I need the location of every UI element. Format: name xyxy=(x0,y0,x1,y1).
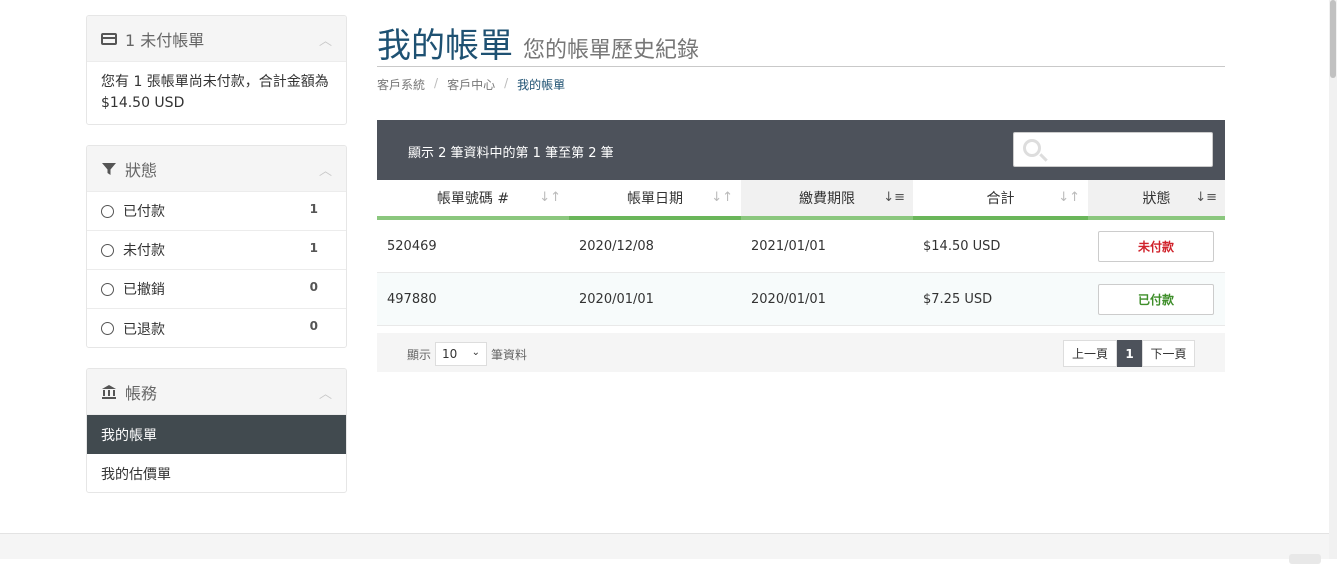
page-size-value: 10 xyxy=(442,347,458,361)
status-filter-title: 狀態 xyxy=(125,160,158,180)
sort-icon: ↓↑ xyxy=(711,190,733,205)
breadcrumb-link[interactable]: 客戶中心 xyxy=(447,76,495,93)
table-row[interactable]: 497880 2020/01/01 2020/01/01 $7.25 USD 已… xyxy=(377,273,1225,326)
column-label: 帳單日期 xyxy=(627,191,683,207)
column-label: 繳費期限 xyxy=(799,191,855,207)
chevron-down-icon: ⌄ xyxy=(471,347,481,358)
sort-icon: ↓↑ xyxy=(1058,190,1080,205)
column-label: 帳單號碼 # xyxy=(436,191,510,207)
status-badge[interactable]: 未付款 xyxy=(1098,230,1214,262)
column-header-invoice-number[interactable]: 帳單號碼 # ↓↑ xyxy=(377,180,569,220)
breadcrumb-separator: / xyxy=(434,76,439,90)
table-header: 帳單號碼 # ↓↑ 帳單日期 ↓↑ 繳費期限 ↓≡ 合計 ↓↑ 狀態 ↓≡ xyxy=(377,180,1225,220)
invoice-date: 2020/01/01 xyxy=(579,291,654,307)
invoice-number: 497880 xyxy=(387,291,437,307)
bank-icon xyxy=(101,384,117,400)
status-count: 0 xyxy=(309,280,318,294)
status-count: 0 xyxy=(309,319,318,333)
billing-header[interactable]: 帳務 ︿ xyxy=(87,369,346,415)
status-filter-refunded[interactable]: 已退款 0 xyxy=(87,309,346,347)
status-filter-unpaid[interactable]: 未付款 1 xyxy=(87,231,346,270)
invoice-total: $7.25 USD xyxy=(923,291,993,307)
chevron-up-icon[interactable]: ︿ xyxy=(319,30,332,49)
status-filter-label: 已退款 xyxy=(123,321,165,338)
billing-panel: 帳務 ︿ 我的帳單 我的估價單 xyxy=(86,368,347,493)
unpaid-invoices-panel: 1 未付帳單 ︿ 您有 1 張帳單尚未付款，合計金額為 $14.50 USD xyxy=(86,15,347,125)
breadcrumb-separator: / xyxy=(504,76,509,90)
page-header: 我的帳單 您的帳單歷史紀錄 xyxy=(377,18,699,67)
page-size-select[interactable]: 10 ⌄ xyxy=(435,342,488,366)
page-footer xyxy=(0,533,1329,564)
table-footer: 顯示 10 ⌄ 筆資料 上一頁 1 下一頁 xyxy=(377,333,1225,372)
search-icon xyxy=(1023,139,1041,157)
radio-button[interactable] xyxy=(101,322,114,335)
column-header-invoice-date[interactable]: 帳單日期 ↓↑ xyxy=(569,180,741,220)
table-toolbar: 顯示 2 筆資料中的第 1 筆至第 2 筆 xyxy=(377,120,1225,180)
nav-my-quotes[interactable]: 我的估價單 xyxy=(87,454,346,492)
page-title: 我的帳單 xyxy=(377,26,513,66)
status-filter-label: 已撤銷 xyxy=(123,282,165,298)
next-page-button[interactable]: 下一頁 xyxy=(1142,340,1195,367)
invoice-date: 2020/12/08 xyxy=(579,238,654,254)
column-header-total[interactable]: 合計 ↓↑ xyxy=(913,180,1088,220)
column-label: 合計 xyxy=(986,191,1015,207)
status-cell: 已付款 xyxy=(1088,273,1225,325)
search-input[interactable] xyxy=(1013,132,1213,167)
status-filter-label: 已付款 xyxy=(123,204,165,220)
chevron-up-icon[interactable]: ︿ xyxy=(319,383,332,402)
invoice-total: $14.50 USD xyxy=(923,238,1001,254)
breadcrumb: 客戶系統 / 客戶中心 / 我的帳單 xyxy=(377,76,565,93)
status-cell: 未付款 xyxy=(1088,220,1225,272)
status-filter-panel: 狀態 ︿ 已付款 1 未付款 1 已撤銷 0 已退款 0 xyxy=(86,145,347,348)
chevron-up-icon[interactable]: ︿ xyxy=(319,160,332,179)
title-divider xyxy=(377,66,1225,67)
sort-descending-icon: ↓≡ xyxy=(1195,190,1217,205)
radio-button[interactable] xyxy=(101,282,114,296)
status-filter-label: 未付款 xyxy=(123,243,165,259)
due-date: 2020/01/01 xyxy=(751,291,826,307)
status-badge[interactable]: 已付款 xyxy=(1098,283,1214,315)
breadcrumb-link[interactable]: 客戶系統 xyxy=(377,76,425,93)
radio-button[interactable] xyxy=(101,204,114,218)
pagination: 上一頁 1 下一頁 xyxy=(1063,340,1195,367)
records-label: 筆資料 xyxy=(491,347,528,362)
status-count: 1 xyxy=(309,202,318,216)
page-size-control: 顯示 10 ⌄ 筆資料 xyxy=(407,342,527,366)
invoice-number: 520469 xyxy=(387,238,437,254)
status-filter-cancelled[interactable]: 已撤銷 0 xyxy=(87,270,346,309)
page-subtitle: 您的帳單歷史紀錄 xyxy=(523,38,700,63)
back-to-top-button[interactable] xyxy=(1289,554,1321,564)
prev-page-button[interactable]: 上一頁 xyxy=(1063,340,1117,367)
due-date: 2021/01/01 xyxy=(751,238,826,254)
billing-title: 帳務 xyxy=(125,383,158,403)
status-filter-paid[interactable]: 已付款 1 xyxy=(87,192,346,231)
filter-icon xyxy=(101,161,117,177)
sort-ascending-icon: ↓≡ xyxy=(883,190,905,205)
table-info: 顯示 2 筆資料中的第 1 筆至第 2 筆 xyxy=(408,146,614,161)
status-filter-header[interactable]: 狀態 ︿ xyxy=(87,146,346,192)
sort-icon: ↓↑ xyxy=(539,190,561,205)
unpaid-invoices-text: 您有 1 張帳單尚未付款，合計金額為 $14.50 USD xyxy=(101,74,329,111)
vertical-scrollbar[interactable] xyxy=(1329,0,1337,559)
page-number-button[interactable]: 1 xyxy=(1117,340,1142,367)
column-label: 狀態 xyxy=(1142,191,1171,207)
unpaid-invoices-title: 1 未付帳單 xyxy=(125,30,205,50)
status-count: 1 xyxy=(309,241,318,255)
column-header-status[interactable]: 狀態 ↓≡ xyxy=(1088,180,1225,220)
table-row[interactable]: 520469 2020/12/08 2021/01/01 $14.50 USD … xyxy=(377,220,1225,273)
radio-button[interactable] xyxy=(101,243,114,257)
credit-card-icon xyxy=(101,31,117,47)
scrollbar-thumb[interactable] xyxy=(1330,0,1336,78)
nav-my-invoices[interactable]: 我的帳單 xyxy=(87,415,346,454)
unpaid-invoices-header[interactable]: 1 未付帳單 ︿ xyxy=(87,16,346,62)
show-label: 顯示 xyxy=(407,347,432,362)
column-header-due-date[interactable]: 繳費期限 ↓≡ xyxy=(741,180,913,220)
breadcrumb-current: 我的帳單 xyxy=(517,78,566,92)
